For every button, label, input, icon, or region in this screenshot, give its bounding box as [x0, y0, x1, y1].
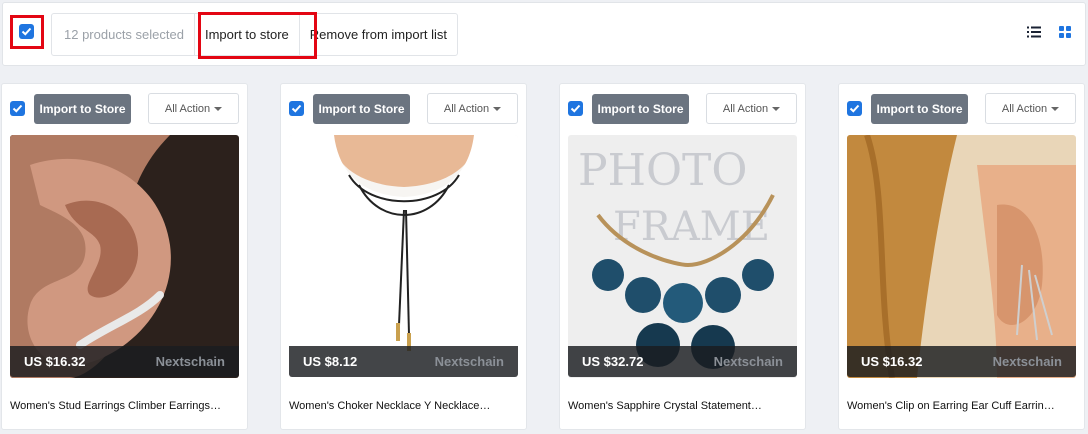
all-action-dropdown[interactable]: All Action [148, 93, 239, 124]
import-to-store-button[interactable]: Import to Store [592, 94, 689, 124]
product-card: Import to Store All Action US $16.32 Nex… [1, 83, 248, 430]
check-icon [291, 104, 302, 113]
price-overlay: US $16.32 Nextschain [847, 346, 1076, 377]
import-to-store-button[interactable]: Import to Store [313, 94, 410, 124]
view-toggle [1027, 26, 1071, 38]
check-icon [12, 104, 23, 113]
import-to-store-button[interactable]: Import to Store [34, 94, 131, 124]
list-icon[interactable] [1027, 26, 1041, 38]
check-icon [570, 104, 581, 113]
all-action-dropdown[interactable]: All Action [427, 93, 518, 124]
price-overlay: US $32.72 Nextschain [568, 346, 797, 377]
product-title[interactable]: Women's Choker Necklace Y Necklace… [289, 400, 521, 412]
product-checkbox[interactable] [289, 101, 304, 116]
all-action-dropdown[interactable]: All Action [706, 93, 797, 124]
product-card: Import to Store All Action PHOTO FRAME U… [559, 83, 806, 430]
vendor-label: Nextschain [713, 354, 783, 369]
bulk-action-toolbar: 12 products selected Import to store Rem… [2, 2, 1086, 66]
price-label: US $8.12 [303, 354, 358, 369]
caret-down-icon [493, 106, 502, 111]
product-checkbox[interactable] [10, 101, 25, 116]
product-title[interactable]: Women's Clip on Earring Ear Cuff Earrin… [847, 400, 1079, 412]
import-to-store-button[interactable]: Import to Store [871, 94, 968, 124]
product-image[interactable]: PHOTO FRAME [568, 135, 797, 378]
vendor-label: Nextschain [434, 354, 504, 369]
all-action-label: All Action [164, 102, 211, 115]
price-label: US $16.32 [24, 354, 86, 369]
price-label: US $32.72 [582, 354, 644, 369]
all-action-label: All Action [1001, 102, 1048, 115]
selected-count-label: 12 products selected [64, 27, 184, 42]
remove-from-import-list-button[interactable]: Remove from import list [298, 14, 457, 55]
caret-down-icon [1051, 106, 1060, 111]
caret-down-icon [214, 106, 223, 111]
product-title[interactable]: Women's Stud Earrings Climber Earrings… [10, 400, 242, 412]
product-image[interactable] [289, 135, 518, 378]
import-button-highlight [198, 12, 317, 59]
svg-text:FRAME: FRAME [613, 204, 770, 250]
grid-icon[interactable] [1059, 26, 1071, 38]
svg-text:PHOTO: PHOTO [578, 145, 747, 196]
product-card: Import to Store All Action US $16.32 Nex… [838, 83, 1085, 430]
product-title[interactable]: Women's Sapphire Crystal Statement… [568, 400, 800, 412]
check-icon [849, 104, 860, 113]
product-checkbox[interactable] [847, 101, 862, 116]
vendor-label: Nextschain [992, 354, 1062, 369]
product-checkbox[interactable] [568, 101, 583, 116]
select-all-checkbox[interactable] [19, 24, 34, 39]
all-action-label: All Action [722, 102, 769, 115]
price-label: US $16.32 [861, 354, 923, 369]
product-card: Import to Store All Action US $8.12 Next… [280, 83, 527, 430]
product-image[interactable] [10, 135, 239, 378]
all-action-dropdown[interactable]: All Action [985, 93, 1076, 124]
vendor-label: Nextschain [155, 354, 225, 369]
price-overlay: US $16.32 Nextschain [10, 346, 239, 377]
caret-down-icon [772, 106, 781, 111]
price-overlay: US $8.12 Nextschain [289, 346, 518, 377]
check-icon [21, 27, 32, 36]
all-action-label: All Action [443, 102, 490, 115]
product-image[interactable] [847, 135, 1076, 378]
